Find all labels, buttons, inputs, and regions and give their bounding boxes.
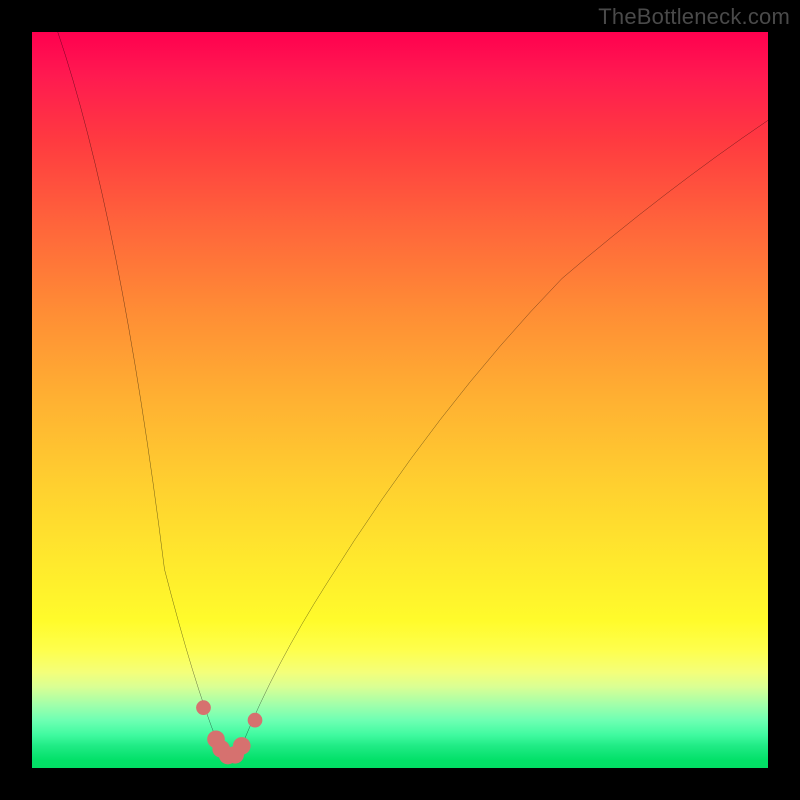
- left-branch-path: [58, 32, 218, 742]
- chart-frame: TheBottleneck.com: [0, 0, 800, 800]
- watermark-text: TheBottleneck.com: [598, 4, 790, 30]
- curve-layer: [32, 32, 768, 768]
- right-branch-path: [243, 120, 768, 742]
- trough-marker: [196, 700, 211, 715]
- plot-area: [32, 32, 768, 768]
- trough-marker: [248, 713, 263, 728]
- curve-group: [58, 32, 768, 764]
- trough-marker: [233, 737, 251, 755]
